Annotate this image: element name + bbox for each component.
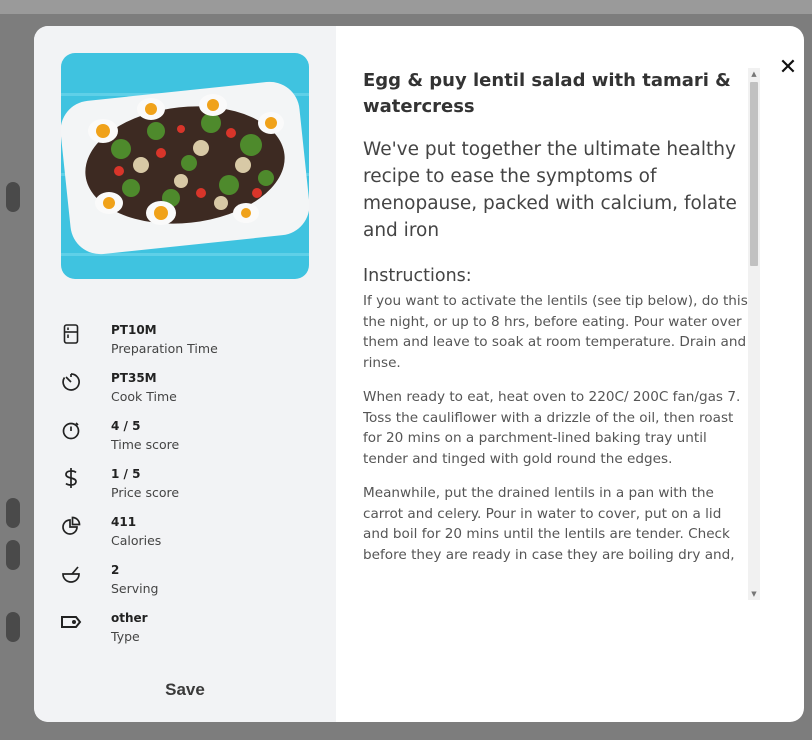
meta-item-preparation-time: PT10M Preparation Time: [54, 321, 314, 369]
recipe-modal: PT10M Preparation Time PT35M Cook Time 4…: [34, 26, 804, 722]
recipe-title: Egg & puy lentil salad with tamari & wat…: [363, 70, 731, 117]
background-element: [6, 498, 20, 528]
background-element: [6, 612, 20, 642]
meta-value: 411: [111, 515, 137, 529]
background-element: [6, 540, 20, 570]
meta-value: other: [111, 611, 148, 625]
meta-value: 4 / 5: [111, 419, 141, 433]
scroll-up-arrow-icon[interactable]: ▲: [748, 68, 760, 80]
recipe-photo: [61, 53, 309, 279]
instructions-heading: Instructions:: [363, 266, 472, 286]
meta-value: 1 / 5: [111, 467, 141, 481]
timer-icon: [60, 371, 82, 393]
meta-label: Serving: [111, 581, 159, 596]
recipe-meta-list: PT10M Preparation Time PT35M Cook Time 4…: [54, 321, 314, 657]
meta-item-price-score: 1 / 5 Price score: [54, 465, 314, 513]
close-icon[interactable]: ✕: [776, 56, 800, 80]
meta-label: Time score: [111, 437, 180, 452]
scrollbar[interactable]: ▲ ▼: [748, 68, 760, 600]
meta-value: PT10M: [111, 323, 157, 337]
save-button[interactable]: Save: [140, 680, 230, 704]
fridge-icon: [60, 323, 82, 345]
meta-label: Price score: [111, 485, 180, 500]
recipe-detail-scroll-area[interactable]: Egg & puy lentil salad with tamari & wat…: [363, 68, 751, 600]
pie-chart-icon: [60, 515, 82, 537]
bowl-icon: [60, 563, 82, 585]
meta-label: Cook Time: [111, 389, 177, 404]
instruction-step: When ready to eat, heat oven to 220C/ 20…: [363, 389, 741, 467]
scrollbar-thumb[interactable]: [750, 82, 758, 266]
meta-label: Type: [111, 629, 140, 644]
stopwatch-icon: [60, 419, 82, 441]
meta-item-calories: 411 Calories: [54, 513, 314, 561]
meta-value: 2: [111, 563, 120, 577]
recipe-side-panel: PT10M Preparation Time PT35M Cook Time 4…: [34, 26, 336, 722]
meta-value: PT35M: [111, 371, 157, 385]
instruction-step: Meanwhile, put the drained lentils in a …: [363, 485, 735, 563]
meta-label: Calories: [111, 533, 162, 548]
meta-item-time-score: 4 / 5 Time score: [54, 417, 314, 465]
tag-icon: [60, 611, 82, 633]
meta-item-serving: 2 Serving: [54, 561, 314, 609]
instruction-step: If you want to activate the lentils (see…: [363, 293, 748, 371]
meta-item-cook-time: PT35M Cook Time: [54, 369, 314, 417]
meta-label: Preparation Time: [111, 341, 218, 356]
recipe-description: We've put together the ultimate healthy …: [363, 139, 737, 241]
dollar-icon: [60, 467, 82, 489]
scroll-down-arrow-icon[interactable]: ▼: [748, 588, 760, 600]
background-element: [6, 182, 20, 212]
background-header: [0, 0, 812, 14]
meta-item-type: other Type: [54, 609, 314, 657]
